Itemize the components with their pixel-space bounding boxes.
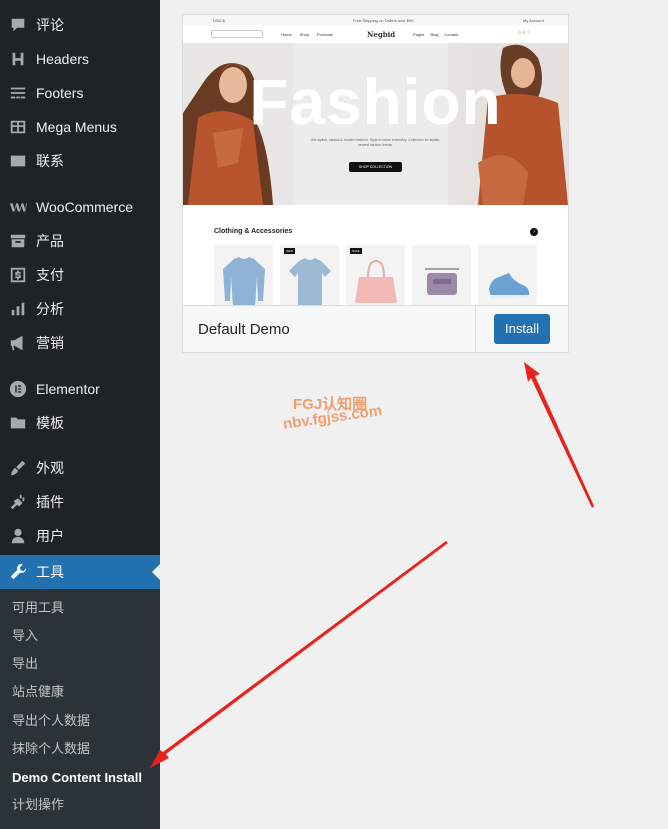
menu-item-headers[interactable]: Headers	[0, 42, 160, 76]
product-crossbody-bag	[412, 245, 471, 305]
money-icon	[0, 266, 36, 284]
plugin-icon	[0, 493, 36, 511]
menu-item-marketing[interactable]: 营销	[0, 326, 160, 360]
preview-search-box	[211, 30, 263, 38]
preview-hero-title: Fashion	[249, 66, 502, 138]
menu-item-products[interactable]: 产品	[0, 224, 160, 258]
product-tshirt: NEW	[280, 245, 339, 305]
menu-item-elementor[interactable]: Elementor	[0, 372, 160, 406]
submenu-site-health[interactable]: 站点健康	[12, 682, 64, 702]
footer-icon	[0, 84, 36, 102]
preview-navbar: Home Shop Products Negbid Pages Blog Contact…	[183, 25, 568, 43]
preview-topbar: USD $ Free Shipping on Orders over $99 M…	[183, 15, 568, 25]
arrow-to-install	[524, 362, 594, 508]
menu-item-contact[interactable]: 联系	[0, 144, 160, 178]
preview-section-title: Clothing & Accessories	[214, 228, 293, 235]
menu-item-tools[interactable]: 工具	[0, 555, 160, 589]
archive-icon	[0, 232, 36, 250]
menu-item-appearance[interactable]: 外观	[0, 451, 160, 485]
submenu-demo-content-install[interactable]: Demo Content Install	[12, 768, 142, 788]
folder-icon	[0, 414, 36, 432]
menu-item-users[interactable]: 用户	[0, 519, 160, 553]
submenu-import[interactable]: 导入	[12, 626, 38, 646]
submenu-available-tools[interactable]: 可用工具	[12, 598, 64, 618]
menu-item-comments[interactable]: 评论	[0, 8, 160, 42]
preview-product-row: NEW SALE	[214, 245, 537, 305]
preview-arrow-icon: ›	[530, 228, 538, 236]
install-button[interactable]: Install	[494, 314, 550, 344]
submenu-scheduled-actions[interactable]: 计划操作	[12, 795, 64, 815]
product-longsleeve	[214, 245, 273, 305]
menu-item-payments[interactable]: 支付	[0, 258, 160, 292]
megaphone-icon	[0, 334, 36, 352]
preview-nav-links: Home Shop Products	[281, 32, 333, 37]
tools-submenu: 可用工具 导入 导出 站点健康 导出个人数据 抹除个人数据 Demo Conte…	[0, 589, 160, 829]
active-menu-pointer	[152, 564, 160, 580]
product-handbag: SALE	[346, 245, 405, 305]
submenu-export-personal-data[interactable]: 导出个人数据	[12, 711, 90, 731]
woocommerce-icon	[0, 198, 36, 216]
wrench-icon	[0, 563, 36, 581]
user-icon	[0, 527, 36, 545]
heading-icon	[0, 50, 36, 68]
menu-item-woocommerce[interactable]: WooCommerce	[0, 190, 160, 224]
menu-item-plugins[interactable]: 插件	[0, 485, 160, 519]
menu-item-footers[interactable]: Footers	[0, 76, 160, 110]
mail-icon	[0, 152, 36, 170]
demo-preview-image[interactable]: USD $ Free Shipping on Orders over $99 M…	[183, 15, 568, 305]
preview-logo: Negbid	[367, 30, 396, 39]
demo-name: Default Demo	[198, 321, 290, 338]
paintbrush-icon	[0, 459, 36, 477]
menu-item-templates[interactable]: 模板	[0, 406, 160, 440]
demo-card-footer: Default Demo Install	[183, 305, 568, 353]
admin-sidebar: 评论 Headers Footers Mega Menus 联系 WooComm…	[0, 0, 160, 829]
demo-card: USD $ Free Shipping on Orders over $99 M…	[182, 14, 569, 353]
footer-divider	[475, 306, 476, 353]
product-sneaker	[478, 245, 537, 305]
preview-hero-subtitle: Get stylish, classic & modern fashion. S…	[310, 138, 441, 147]
menu-item-analytics[interactable]: 分析	[0, 292, 160, 326]
preview-hero: Fashion Get stylish, classic & modern fa…	[183, 43, 568, 205]
submenu-export[interactable]: 导出	[12, 654, 38, 674]
elementor-icon	[0, 380, 36, 398]
arrow-to-demo-install-menu	[150, 541, 448, 768]
preview-shop-button: SHOP COLLECTION	[349, 162, 402, 172]
bar-chart-icon	[0, 300, 36, 318]
submenu-erase-personal-data[interactable]: 抹除个人数据	[12, 739, 90, 759]
menu-item-mega-menus[interactable]: Mega Menus	[0, 110, 160, 144]
preview-nav-right: Pages Blog Contact	[413, 32, 459, 37]
preview-cart-icon: ○ ○ ♡	[518, 30, 532, 36]
comment-icon	[0, 16, 36, 34]
table-icon	[0, 118, 36, 136]
